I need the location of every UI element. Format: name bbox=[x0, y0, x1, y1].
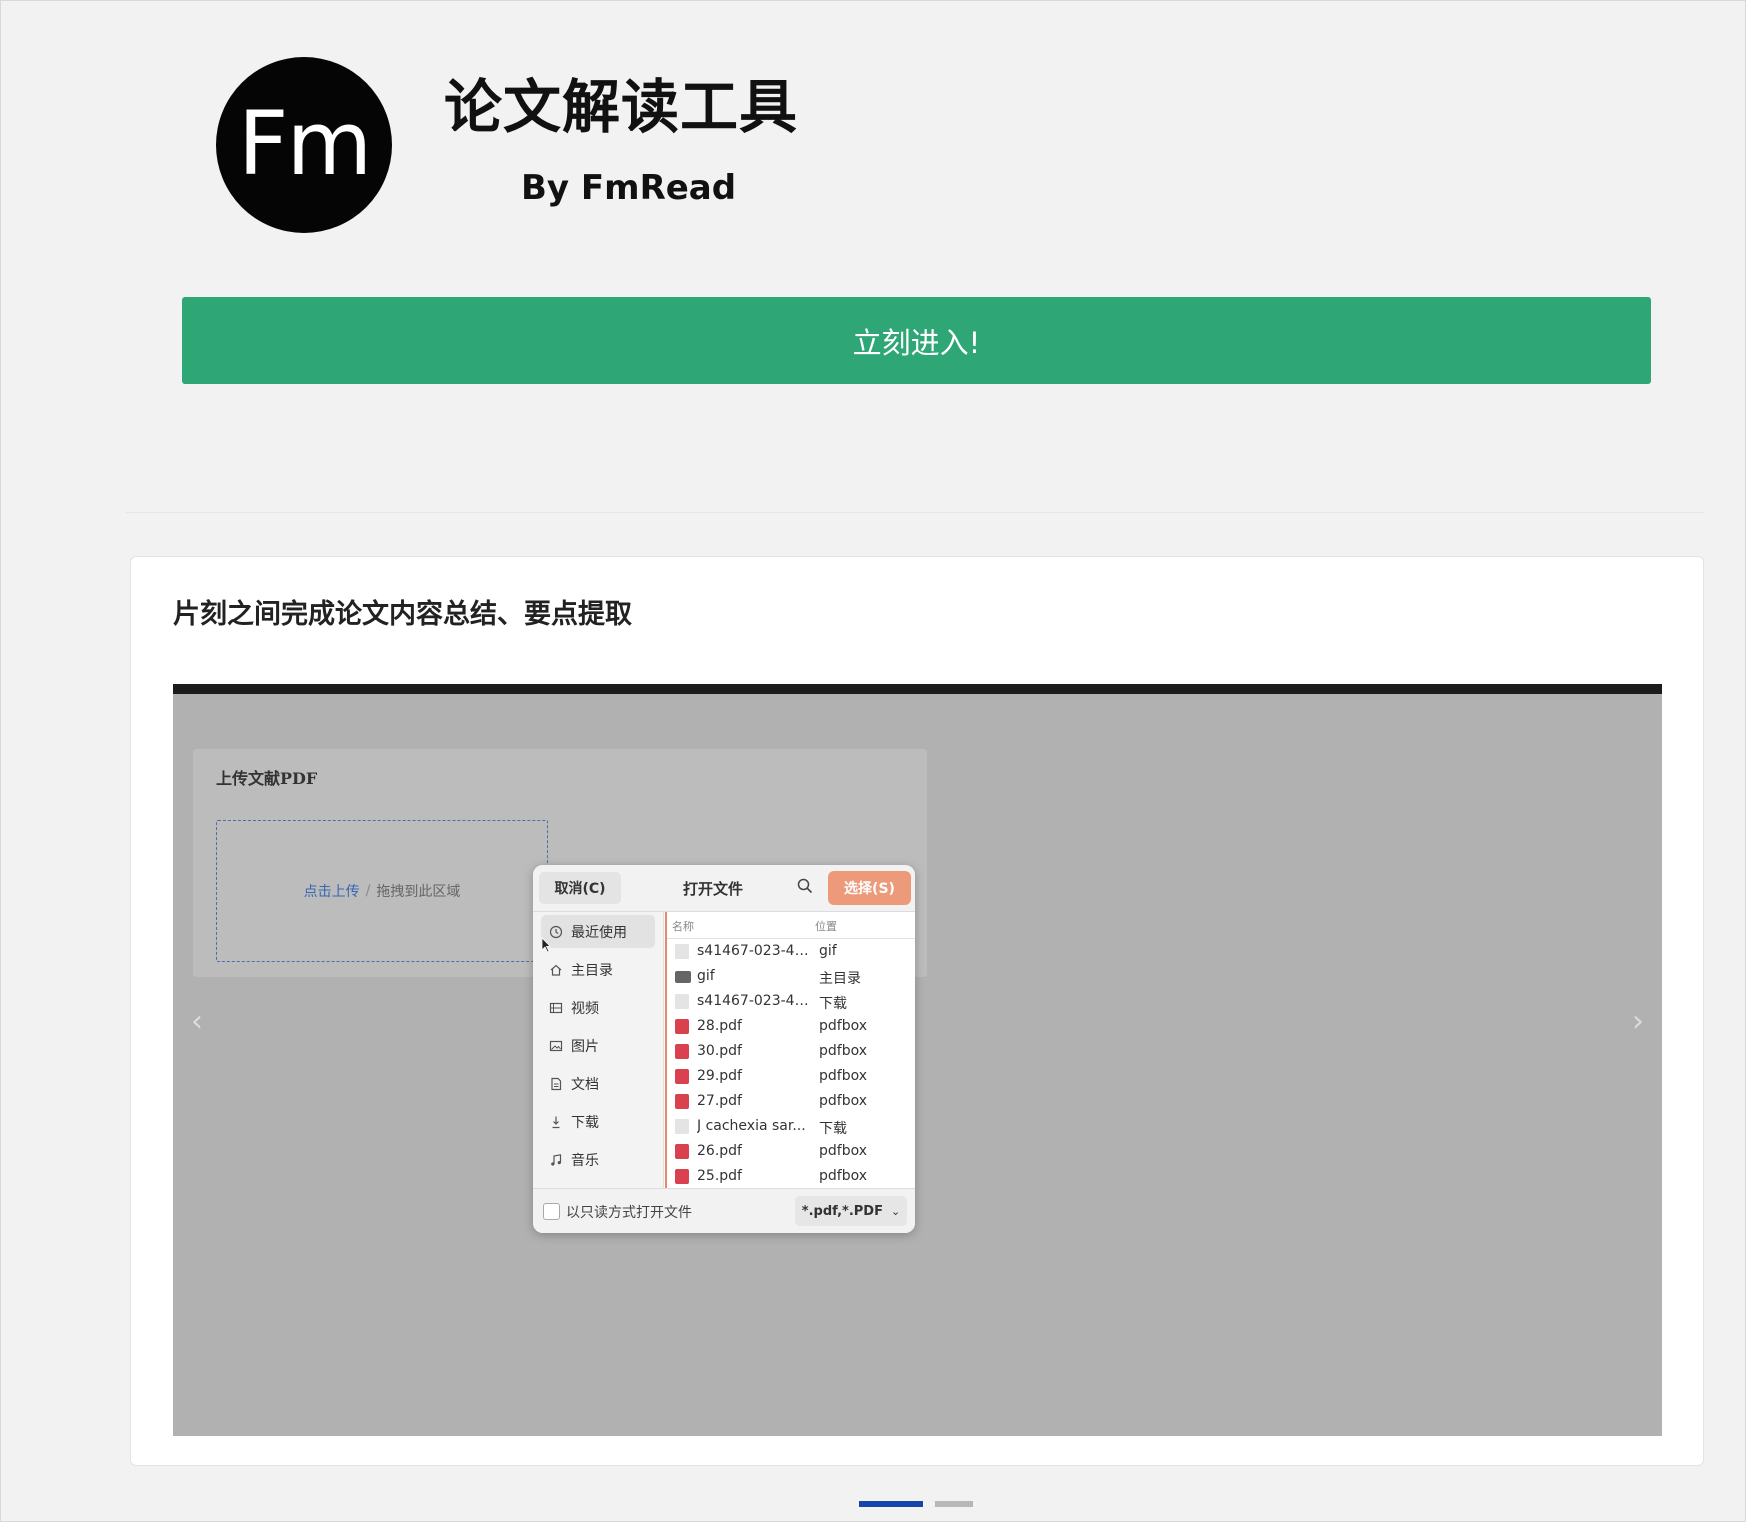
column-name[interactable]: 名称 bbox=[672, 918, 694, 934]
file-name: 27.pdf bbox=[697, 1093, 742, 1109]
clock-icon bbox=[549, 925, 563, 938]
search-icon[interactable] bbox=[796, 877, 814, 895]
file-type-filter[interactable]: *.pdf,*.PDF ⌄ bbox=[795, 1196, 907, 1226]
file-name: s41467-023-42... bbox=[697, 993, 809, 1009]
file-row[interactable]: 27.pdf pdfbox bbox=[667, 1089, 915, 1114]
feature-card-title: 片刻之间完成论文内容总结、要点提取 bbox=[173, 599, 632, 630]
page-title: 论文解读工具 bbox=[444, 73, 799, 141]
file-location: pdfbox bbox=[819, 1018, 868, 1034]
file-location: pdfbox bbox=[819, 1093, 868, 1109]
sidebar-item-documents[interactable]: 文档 bbox=[541, 1067, 655, 1100]
sidebar-item-downloads[interactable]: 下载 bbox=[541, 1105, 655, 1138]
dialog-title: 打开文件 bbox=[683, 880, 744, 898]
upload-drop-zone[interactable]: 点击上传 / 拖拽到此区域 bbox=[216, 820, 548, 962]
sidebar-item-label: 图片 bbox=[571, 1038, 599, 1055]
drag-text: 拖拽到此区域 bbox=[376, 884, 461, 900]
logo-text: Fm bbox=[237, 92, 372, 195]
file-row[interactable]: s41467-023-42... 下载 bbox=[667, 989, 915, 1014]
file-row[interactable]: 30.pdf pdfbox bbox=[667, 1039, 915, 1064]
file-name: 26.pdf bbox=[697, 1143, 742, 1159]
file-row[interactable]: s41467-023-42... gif bbox=[667, 939, 915, 964]
sidebar-item-videos[interactable]: 视频 bbox=[541, 991, 655, 1024]
file-row[interactable]: 29.pdf pdfbox bbox=[667, 1064, 915, 1089]
file-name: 29.pdf bbox=[697, 1068, 742, 1084]
file-location: pdfbox bbox=[819, 1143, 868, 1159]
filter-value: *.pdf,*.PDF bbox=[801, 1203, 883, 1219]
carousel: 上传文献PDF 点击上传 / 拖拽到此区域 取消(C) 打开文件 选择(S) 最… bbox=[173, 684, 1662, 1436]
home-icon bbox=[550, 964, 562, 976]
column-location[interactable]: 位置 bbox=[815, 918, 837, 934]
file-dialog: 取消(C) 打开文件 选择(S) 最近使用 主目录 视频 图片 文档 下载 音乐… bbox=[533, 865, 915, 1233]
readonly-label[interactable]: 以只读方式打开文件 bbox=[566, 1202, 692, 1222]
sidebar-item-music[interactable]: 音乐 bbox=[541, 1143, 655, 1176]
file-name: 25.pdf bbox=[697, 1168, 742, 1184]
file-location: 主目录 bbox=[819, 971, 861, 987]
sidebar-item-label: 最近使用 bbox=[571, 924, 627, 941]
sidebar-item-pictures[interactable]: 图片 bbox=[541, 1029, 655, 1062]
pdf-icon bbox=[675, 1094, 689, 1109]
file-location: pdfbox bbox=[819, 1068, 868, 1084]
page-subtitle: By FmRead bbox=[521, 168, 737, 208]
pdf-icon bbox=[675, 1069, 689, 1084]
chevron-right-icon[interactable]: › bbox=[1632, 1004, 1644, 1039]
music-icon bbox=[551, 1153, 562, 1166]
file-icon bbox=[675, 944, 689, 959]
click-upload-link[interactable]: 点击上传 bbox=[304, 881, 360, 901]
carousel-topbar bbox=[173, 684, 1662, 694]
pdf-icon bbox=[675, 1169, 689, 1184]
drop-zone-text: 点击上传 / 拖拽到此区域 bbox=[217, 821, 547, 961]
logo: Fm bbox=[216, 57, 392, 233]
sidebar-item-recent[interactable]: 最近使用 bbox=[541, 915, 655, 948]
upload-title: 上传文献PDF bbox=[216, 769, 318, 788]
document-icon bbox=[551, 1077, 562, 1090]
folder-icon bbox=[675, 971, 691, 983]
chevron-down-icon: ⌄ bbox=[890, 1204, 901, 1218]
carousel-indicator-2[interactable] bbox=[935, 1501, 973, 1507]
divider bbox=[126, 512, 1704, 513]
file-location: 下载 bbox=[819, 1121, 847, 1137]
file-row[interactable]: J cachexia sar... 下载 bbox=[667, 1114, 915, 1139]
file-name: J cachexia sar... bbox=[697, 1118, 806, 1134]
file-location: 下载 bbox=[819, 996, 847, 1012]
pdf-icon bbox=[675, 1019, 689, 1034]
file-name: 28.pdf bbox=[697, 1018, 742, 1034]
feature-card: 片刻之间完成论文内容总结、要点提取 上传文献PDF 点击上传 / 拖拽到此区域 … bbox=[130, 556, 1704, 1466]
file-name: 30.pdf bbox=[697, 1043, 742, 1059]
readonly-checkbox[interactable] bbox=[543, 1203, 560, 1220]
image-icon bbox=[549, 1040, 563, 1051]
sidebar-item-label: 音乐 bbox=[571, 1152, 599, 1169]
film-icon bbox=[549, 1002, 563, 1013]
download-icon bbox=[552, 1116, 560, 1128]
sidebar-item-label: 文档 bbox=[571, 1076, 599, 1093]
dialog-header: 取消(C) 打开文件 选择(S) bbox=[533, 865, 915, 912]
file-location: pdfbox bbox=[819, 1168, 868, 1184]
file-location: pdfbox bbox=[819, 1043, 868, 1059]
dialog-sidebar: 最近使用 主目录 视频 图片 文档 下载 音乐 bbox=[533, 912, 664, 1188]
carousel-indicator-1[interactable] bbox=[859, 1501, 923, 1507]
file-name: gif bbox=[697, 968, 715, 984]
sidebar-item-home[interactable]: 主目录 bbox=[541, 953, 655, 986]
drop-separator: / bbox=[365, 883, 371, 899]
mouse-cursor-icon bbox=[541, 937, 551, 953]
file-list-header: 名称 位置 bbox=[667, 912, 915, 939]
file-location: gif bbox=[819, 943, 837, 959]
chevron-left-icon[interactable]: ‹ bbox=[191, 1004, 203, 1039]
sidebar-item-label: 视频 bbox=[571, 1000, 599, 1017]
enter-button[interactable]: 立刻进入! bbox=[182, 297, 1651, 384]
file-row[interactable]: 26.pdf pdfbox bbox=[667, 1139, 915, 1164]
pdf-icon bbox=[675, 1044, 689, 1059]
dialog-footer: 以只读方式打开文件 *.pdf,*.PDF ⌄ bbox=[533, 1188, 915, 1233]
file-row[interactable]: 25.pdf pdfbox bbox=[667, 1164, 915, 1188]
file-row[interactable]: gif 主目录 bbox=[667, 964, 915, 989]
sidebar-item-label: 主目录 bbox=[571, 962, 613, 979]
file-row[interactable]: 28.pdf pdfbox bbox=[667, 1014, 915, 1039]
cancel-button[interactable]: 取消(C) bbox=[539, 872, 621, 904]
select-button[interactable]: 选择(S) bbox=[828, 871, 911, 905]
file-icon bbox=[675, 994, 689, 1009]
file-name: s41467-023-42... bbox=[697, 943, 809, 959]
file-list: 名称 位置 s41467-023-42... gif gif 主目录 s4146… bbox=[665, 912, 915, 1188]
sidebar-item-label: 下载 bbox=[571, 1114, 599, 1131]
pdf-icon bbox=[675, 1144, 689, 1159]
file-icon bbox=[675, 1119, 689, 1134]
